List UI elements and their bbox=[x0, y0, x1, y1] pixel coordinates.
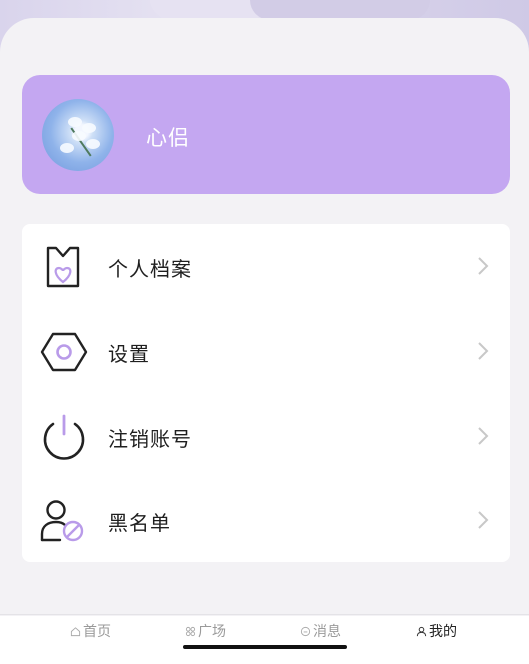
header-decoration bbox=[250, 0, 430, 20]
chevron-right-icon bbox=[478, 427, 489, 445]
tab-label: 消息 bbox=[313, 624, 341, 640]
home-indicator bbox=[183, 645, 347, 649]
user-blocked-icon bbox=[40, 500, 84, 542]
tab-square[interactable]: 广场 bbox=[185, 620, 226, 642]
grid-icon bbox=[185, 626, 196, 636]
avatar-flower-petal bbox=[72, 131, 86, 141]
message-icon bbox=[300, 626, 311, 636]
tab-label: 广场 bbox=[198, 624, 226, 640]
tabbar-divider bbox=[0, 614, 529, 615]
username: 心侣 bbox=[146, 126, 190, 150]
tab-mine[interactable]: 我的 bbox=[416, 620, 457, 642]
tab-messages[interactable]: 消息 bbox=[300, 620, 341, 642]
home-icon bbox=[70, 626, 81, 636]
menu-item-settings[interactable]: 设置 bbox=[22, 309, 510, 393]
menu-item-label: 黑名单 bbox=[108, 511, 171, 535]
menu-item-label: 注销账号 bbox=[108, 427, 192, 451]
menu-item-blacklist[interactable]: 黑名单 bbox=[22, 478, 510, 562]
menu-item-deactivate-account[interactable]: 注销账号 bbox=[22, 394, 510, 478]
menu-item-label: 设置 bbox=[108, 342, 150, 366]
power-icon bbox=[43, 414, 85, 460]
tab-home[interactable]: 首页 bbox=[70, 620, 111, 642]
person-icon bbox=[416, 626, 427, 636]
avatar[interactable] bbox=[42, 99, 114, 171]
profile-card[interactable]: 心侣 bbox=[22, 75, 510, 194]
avatar-flower-petal bbox=[86, 139, 100, 149]
menu-item-profile-file[interactable]: 个人档案 bbox=[22, 224, 510, 308]
tab-label: 首页 bbox=[83, 624, 111, 640]
avatar-flower-petal bbox=[60, 143, 74, 153]
hexagon-settings-icon bbox=[40, 332, 88, 372]
chevron-right-icon bbox=[478, 342, 489, 360]
menu-card: 个人档案 设置 注销账号 黑名单 bbox=[22, 224, 510, 562]
avatar-flower-petal bbox=[68, 117, 82, 127]
tab-label: 我的 bbox=[429, 624, 457, 640]
menu-item-label: 个人档案 bbox=[108, 257, 192, 281]
chevron-right-icon bbox=[478, 511, 489, 529]
bottom-tab-bar: 首页 广场 消息 我的 bbox=[0, 616, 529, 664]
chevron-right-icon bbox=[478, 257, 489, 275]
profile-file-icon bbox=[46, 246, 80, 288]
avatar-flower-petal bbox=[82, 123, 96, 133]
